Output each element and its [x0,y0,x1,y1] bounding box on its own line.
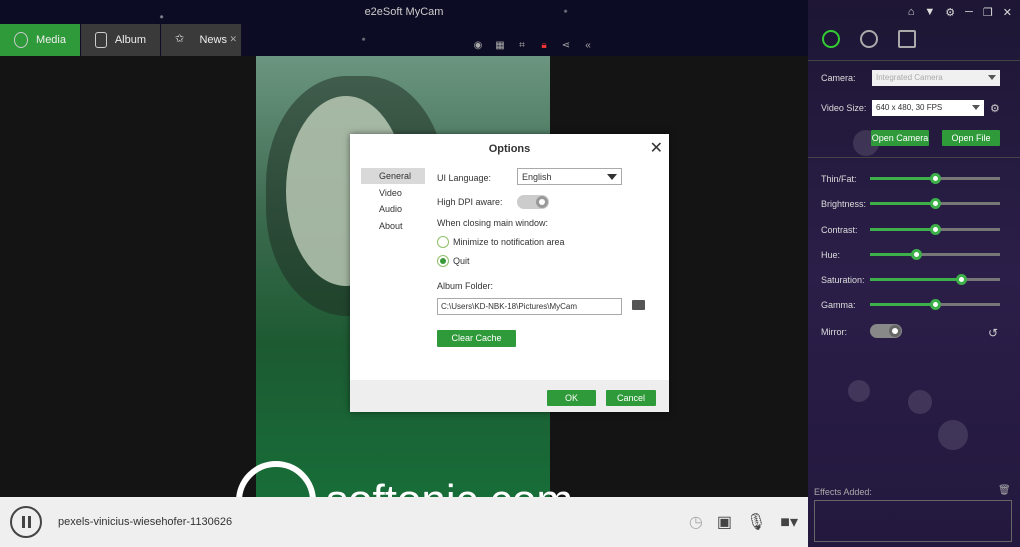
webcam-icon [14,32,29,48]
broadcast-icon[interactable]: ◉ [472,40,484,51]
video-camera-icon[interactable]: ■▾ [780,512,798,532]
qr-icon[interactable]: ▦ [494,40,506,51]
mirror-label: Mirror: [821,327,847,337]
slider-label: Gamma: [821,300,856,310]
album-folder-input[interactable]: C:\Users\KD-NBK-18\Pictures\MyCam [437,298,622,315]
dialog-footer: OK Cancel [350,380,669,412]
dialog-title: Options [488,143,531,155]
gamma-slider[interactable] [870,299,1000,310]
tab-media[interactable]: Media [0,24,80,56]
open-file-button[interactable]: Open File [942,130,1000,146]
chevron-down-icon [988,75,996,80]
bubble [848,380,870,402]
divider [808,157,1020,158]
star-icon: ✩ [175,33,185,45]
lock-icon[interactable]: 🔒︎ [538,40,550,51]
shirt-icon[interactable]: ▼ [924,6,935,19]
slider-label: Thin/Fat: [821,174,857,184]
chevron-down-icon [607,174,617,180]
slider-label: Hue: [821,250,841,260]
tab-album[interactable]: Album [81,24,160,56]
filename: pexels-vinicius-wiesehofer-1130626 [58,516,233,528]
gear-icon[interactable]: ⚙ [945,6,955,19]
pause-button[interactable] [10,506,42,538]
face-tab-icon[interactable] [860,30,878,48]
close-icon[interactable]: ✕ [650,138,663,158]
slider-label: Saturation: [821,275,865,285]
contrast-slider[interactable] [870,224,1000,235]
open-camera-button[interactable]: Open Camera [871,130,929,146]
bubble [938,420,968,450]
video-settings-gear-icon[interactable]: ⚙ [990,102,1000,115]
ui-language-select[interactable]: English [517,168,622,185]
high-dpi-toggle[interactable] [517,195,549,209]
quit-label: Quit [453,256,470,266]
webcam-tab-icon[interactable] [822,30,840,48]
save-icon[interactable]: ▣ [717,512,732,532]
video-size-select[interactable]: 640 x 480, 30 FPS [872,100,984,116]
ui-language-label: UI Language: [437,173,492,183]
tab-news[interactable]: ✩ News ✕ [161,24,241,56]
folder-open-icon[interactable] [632,300,645,310]
hue-slider[interactable] [870,249,1000,260]
panel-tabs [822,30,916,48]
home-icon[interactable]: ⌂ [908,6,915,19]
right-panel: ⌂ ▼ ⚙ ─ ❐ ✕ Camera: Integrated Camera Vi… [808,0,1020,547]
reset-icon[interactable]: ↺ [988,326,998,340]
minimize-radio[interactable] [437,236,449,248]
divider [808,60,1020,61]
share-icon[interactable]: ⋖ [560,40,572,51]
nav-general[interactable]: General [361,168,425,184]
minimize-icon[interactable]: ─ [965,6,973,19]
camera-select[interactable]: Integrated Camera [872,70,1000,86]
closing-label: When closing main window: [437,218,549,228]
options-dialog: Options ✕ General Video Audio About UI L… [350,134,669,412]
effects-tab-icon[interactable] [898,30,916,48]
tab-news-label: News [199,34,227,46]
maximize-icon[interactable]: ❐ [983,6,993,19]
microphone-icon[interactable]: 🎙︎ [746,512,766,532]
bottom-icons: ◷ ▣ 🎙︎ ■▾ [689,512,798,532]
camera-label: Camera: [821,73,856,83]
quit-radio[interactable] [437,255,449,267]
timer-icon[interactable]: ◷ [689,512,703,532]
crop-icon[interactable]: ⌗ [516,40,528,51]
camera-select-value: Integrated Camera [876,73,943,82]
thin-fat-slider[interactable] [870,173,1000,184]
tab-album-label: Album [114,34,146,46]
nav-about[interactable]: About [361,218,425,234]
top-bar: e2eSoft MyCam Media Album ✩ News ✕ ◉ ▦ ⌗… [0,0,808,56]
chevron-down-icon [972,105,980,110]
tab-media-label: Media [36,34,66,46]
slider-label: Brightness: [821,199,867,209]
close-tab-icon[interactable]: ✕ [229,34,237,45]
film-icon [95,32,107,48]
bottom-bar: pexels-vinicius-wiesehofer-1130626 ◷ ▣ 🎙… [0,497,808,547]
bubble [908,390,932,414]
video-size-value: 640 x 480, 30 FPS [876,103,943,112]
minimize-label: Minimize to notification area [453,237,565,247]
trash-icon[interactable]: 🗑︎ [998,485,1011,496]
ok-button[interactable]: OK [547,390,596,406]
cancel-button[interactable]: Cancel [606,390,656,406]
video-size-label: Video Size: [821,103,867,113]
nav-audio[interactable]: Audio [361,201,425,217]
effects-list [814,500,1012,542]
brightness-slider[interactable] [870,198,1000,209]
toolbar-icons: ◉ ▦ ⌗ 🔒︎ ⋖ « [472,40,594,51]
clear-cache-button[interactable]: Clear Cache [437,330,516,347]
mirror-toggle[interactable] [870,324,902,338]
close-icon[interactable]: ✕ [1003,6,1012,19]
album-folder-label: Album Folder: [437,281,494,291]
saturation-slider[interactable] [870,274,1000,285]
window-controls: ⌂ ▼ ⚙ ─ ❐ ✕ [908,6,1012,19]
slider-label: Contrast: [821,225,858,235]
effects-added-label: Effects Added: [814,487,872,497]
high-dpi-label: High DPI aware: [437,197,503,207]
nav-video[interactable]: Video [361,185,425,201]
options-nav: General Video Audio About [361,168,425,234]
ui-language-value: English [522,172,552,182]
app-title: e2eSoft MyCam [364,6,444,18]
collapse-icon[interactable]: « [582,40,594,51]
